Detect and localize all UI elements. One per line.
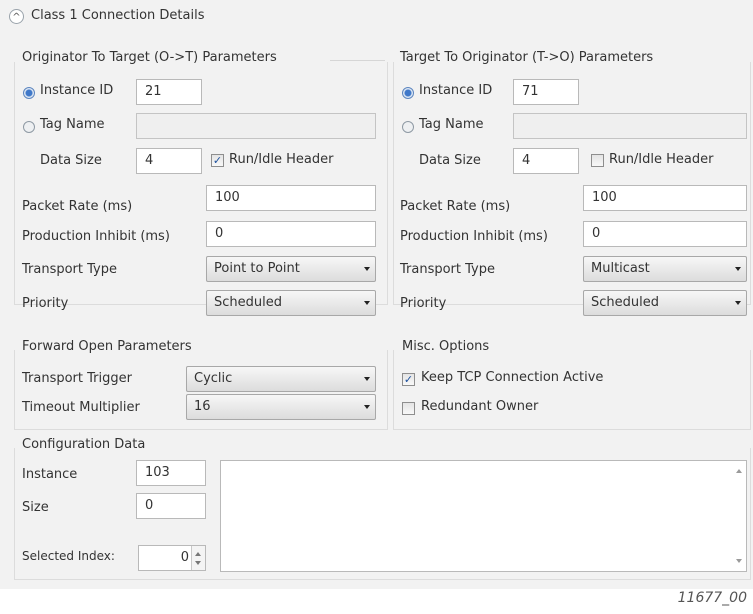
to-instance-id-input[interactable]: 71: [513, 79, 579, 105]
ot-data-size-label: Data Size: [40, 153, 102, 168]
config-size-label: Size: [22, 500, 49, 515]
ot-run-idle-label: Run/Idle Header: [229, 152, 334, 167]
ot-instance-id-radio[interactable]: [23, 87, 35, 99]
to-transport-type-label: Transport Type: [400, 262, 495, 277]
figure-id: 11677_00: [677, 590, 747, 606]
ot-priority-value: Scheduled: [214, 295, 282, 310]
scroll-down-icon[interactable]: [736, 559, 742, 563]
to-priority-label: Priority: [400, 296, 447, 311]
to-run-idle-checkbox[interactable]: [591, 154, 604, 167]
to-instance-id-label: Instance ID: [419, 83, 493, 98]
selected-index-spinner[interactable]: 0: [138, 545, 206, 571]
collapse-icon[interactable]: ^: [9, 9, 24, 24]
timeout-multiplier-label: Timeout Multiplier: [22, 400, 140, 415]
config-instance-input[interactable]: 103: [136, 460, 206, 486]
scroll-up-icon[interactable]: [736, 469, 742, 473]
misc-options-box: [393, 350, 751, 430]
timeout-multiplier-value: 16: [194, 399, 211, 414]
chevron-down-icon: [364, 405, 370, 409]
section-title: Class 1 Connection Details: [31, 8, 205, 23]
chevron-down-icon: [364, 301, 370, 305]
keep-tcp-checkbox[interactable]: ✓: [402, 373, 415, 386]
ot-transport-type-select[interactable]: Point to Point: [206, 256, 376, 282]
chevron-down-icon: [364, 267, 370, 271]
to-data-size-label: Data Size: [419, 153, 481, 168]
ot-production-inhibit-label: Production Inhibit (ms): [22, 229, 170, 244]
ot-tag-name-input[interactable]: [136, 113, 376, 139]
config-instance-label: Instance: [22, 467, 78, 482]
to-data-size-input[interactable]: 4: [513, 148, 579, 174]
spin-up-icon[interactable]: [195, 552, 201, 556]
transport-trigger-select[interactable]: Cyclic: [186, 366, 376, 392]
ot-priority-select[interactable]: Scheduled: [206, 290, 376, 316]
to-priority-select[interactable]: Scheduled: [583, 290, 747, 316]
transport-trigger-label: Transport Trigger: [22, 371, 132, 386]
to-instance-id-radio[interactable]: [402, 87, 414, 99]
to-tag-name-radio[interactable]: [402, 121, 414, 133]
ot-instance-id-label: Instance ID: [40, 83, 114, 98]
spin-down-icon[interactable]: [195, 561, 201, 565]
ot-instance-id-input[interactable]: 21: [136, 79, 202, 105]
spinner-buttons: [191, 546, 205, 570]
configuration-data-editor[interactable]: [220, 460, 747, 572]
ot-transport-type-label: Transport Type: [22, 262, 117, 277]
ot-transport-type-value: Point to Point: [214, 261, 300, 276]
to-production-inhibit-input[interactable]: 0: [583, 221, 747, 247]
to-packet-rate-label: Packet Rate (ms): [400, 199, 511, 214]
checkmark-icon: ✓: [403, 373, 414, 386]
transport-trigger-value: Cyclic: [194, 371, 233, 386]
ot-group-divider: [330, 60, 385, 61]
redundant-owner-checkbox[interactable]: [402, 402, 415, 415]
to-production-inhibit-label: Production Inhibit (ms): [400, 229, 548, 244]
to-tag-name-label: Tag Name: [419, 117, 484, 132]
ot-tag-name-label: Tag Name: [40, 117, 105, 132]
timeout-multiplier-select[interactable]: 16: [186, 394, 376, 420]
to-tag-name-input[interactable]: [513, 113, 747, 139]
ot-tag-name-radio[interactable]: [23, 121, 35, 133]
chevron-down-icon: [364, 377, 370, 381]
to-transport-type-select[interactable]: Multicast: [583, 256, 747, 282]
to-run-idle-label: Run/Idle Header: [609, 152, 714, 167]
selected-index-label: Selected Index:: [22, 549, 115, 563]
ot-run-idle-checkbox[interactable]: ✓: [211, 154, 224, 167]
keep-tcp-label: Keep TCP Connection Active: [421, 370, 604, 385]
ot-priority-label: Priority: [22, 296, 69, 311]
to-packet-rate-input[interactable]: 100: [583, 185, 747, 211]
selected-index-value: 0: [180, 550, 189, 565]
ot-production-inhibit-input[interactable]: 0: [206, 221, 376, 247]
connection-details-panel: ^ Class 1 Connection Details Originator …: [0, 0, 753, 589]
config-size-input[interactable]: 0: [136, 493, 206, 519]
chevron-down-icon: [735, 301, 741, 305]
chevron-down-icon: [735, 267, 741, 271]
ot-data-size-input[interactable]: 4: [136, 148, 202, 174]
to-transport-type-value: Multicast: [591, 261, 650, 276]
to-priority-value: Scheduled: [591, 295, 659, 310]
redundant-owner-label: Redundant Owner: [421, 399, 539, 414]
ot-packet-rate-label: Packet Rate (ms): [22, 199, 133, 214]
ot-packet-rate-input[interactable]: 100: [206, 185, 376, 211]
checkmark-icon: ✓: [212, 154, 223, 167]
